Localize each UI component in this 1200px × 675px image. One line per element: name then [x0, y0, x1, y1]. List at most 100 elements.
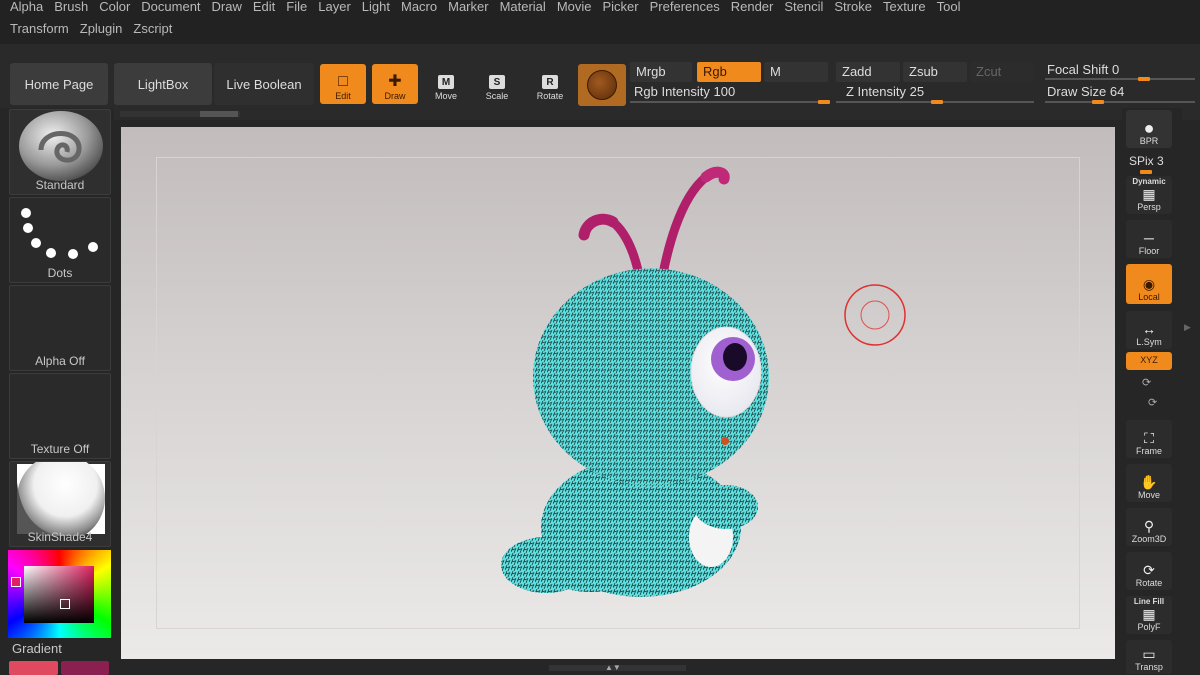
fuzzy-creature-model[interactable] [121, 127, 1115, 659]
move-view-label: Move [1137, 490, 1160, 500]
menu-light[interactable]: Light [357, 0, 396, 17]
menu-stencil[interactable]: Stencil [779, 0, 829, 17]
rgb-intensity-label: Rgb Intensity [634, 84, 710, 99]
menu-marker[interactable]: Marker [443, 0, 494, 17]
menu-picker[interactable]: Picker [598, 0, 645, 17]
spix-knob[interactable] [1140, 170, 1152, 174]
edit-label: Edit [335, 91, 351, 101]
material-selector[interactable]: SkinShade4 [9, 461, 111, 547]
zsub-toggle[interactable]: Zsub [903, 62, 967, 82]
floor-button[interactable]: ─ Floor [1126, 220, 1172, 258]
frame-icon: ⛶ [1144, 430, 1154, 446]
menu-material[interactable]: Material [495, 0, 552, 17]
menu-zscript[interactable]: Zscript [128, 19, 178, 39]
menu-edit[interactable]: Edit [248, 0, 281, 17]
menu-zplugin[interactable]: Zplugin [75, 19, 129, 39]
lsym-button[interactable]: ↔ L.Sym [1126, 311, 1172, 349]
brush-cursor-inner [860, 300, 890, 330]
menu-color[interactable]: Color [94, 0, 136, 17]
texture-selector[interactable]: Texture Off [9, 373, 111, 459]
z-intensity-label: Z Intensity [846, 84, 906, 99]
brush-selector[interactable]: Standard [9, 109, 111, 195]
rgb-intensity-slider[interactable]: Rgb Intensity 100 [634, 84, 735, 99]
m-toggle[interactable]: M [764, 62, 828, 82]
hue-cursor[interactable] [11, 577, 21, 587]
antenna-left-tip [578, 213, 619, 241]
rotate-view-button[interactable]: ⟳ Rotate [1126, 552, 1172, 590]
menu-texture[interactable]: Texture [878, 0, 932, 17]
scale-button[interactable]: S Scale [474, 64, 520, 104]
main-color-swatch[interactable] [9, 661, 58, 675]
alpha-selector[interactable]: Alpha Off [9, 285, 111, 371]
move-key-icon: M [438, 75, 454, 89]
menu-document[interactable]: Document [136, 0, 206, 17]
local-button[interactable]: ◉ Local [1126, 264, 1172, 304]
texture-label: Texture Off [30, 442, 90, 456]
menu-stroke[interactable]: Stroke [829, 0, 878, 17]
color-picker-square[interactable] [24, 566, 94, 623]
draw-size-value: 64 [1109, 84, 1125, 99]
menu-preferences[interactable]: Preferences [645, 0, 726, 17]
edit-button[interactable]: □ Edit [320, 64, 366, 104]
menu-render[interactable]: Render [726, 0, 780, 17]
rgb-intensity-knob[interactable] [818, 100, 830, 104]
collapse-tray-icon[interactable]: ▶ [1184, 322, 1191, 333]
draw-size-track [1045, 101, 1195, 103]
live-boolean-button[interactable]: Live Boolean [214, 63, 314, 105]
home-page-button[interactable]: Home Page [10, 63, 108, 105]
spix-slider[interactable]: SPix 3 [1129, 154, 1164, 168]
draw-size-label: Draw Size [1047, 84, 1107, 99]
document-canvas[interactable] [121, 127, 1115, 659]
rotate-y-icon[interactable]: ⟳ [1142, 376, 1151, 389]
menu-alpha[interactable]: Alpha [0, 0, 49, 17]
draw-size-slider[interactable]: Draw Size 64 [1047, 84, 1124, 99]
menu-movie[interactable]: Movie [552, 0, 598, 17]
mrgb-toggle[interactable]: Mrgb [630, 62, 692, 82]
material-button[interactable] [578, 64, 626, 106]
tray-arrows-icon: ▲▼ [605, 663, 621, 672]
color-picker[interactable] [8, 550, 111, 638]
frame-label: Frame [1135, 446, 1162, 456]
z-intensity-slider[interactable]: Z Intensity 25 [846, 84, 924, 99]
focal-shift-slider[interactable]: Focal Shift 0 [1047, 62, 1119, 77]
tray-tab-handle[interactable] [200, 111, 238, 117]
bpr-button[interactable]: ● BPR [1126, 110, 1172, 148]
move-view-button[interactable]: ✋ Move [1126, 464, 1172, 502]
zoom3d-button[interactable]: ⚲ Zoom3D [1126, 508, 1172, 546]
move-button[interactable]: M Move [423, 64, 469, 104]
polyf-button[interactable]: Line Fill ▦ PolyF [1126, 596, 1172, 634]
local-label: Local [1138, 292, 1160, 302]
menu-transform[interactable]: Transform [0, 19, 75, 39]
rotate-view-icon: ⟳ [1143, 562, 1155, 578]
lightbox-button[interactable]: LightBox [114, 63, 212, 105]
draw-size-knob[interactable] [1092, 100, 1104, 104]
secondary-color-swatch[interactable] [61, 661, 109, 675]
focal-shift-knob[interactable] [1138, 77, 1150, 81]
transp-button[interactable]: ▭ Transp [1126, 640, 1172, 674]
tray-tab-strip[interactable] [120, 111, 240, 117]
rgb-toggle[interactable]: Rgb [697, 62, 761, 82]
zadd-toggle[interactable]: Zadd [836, 62, 900, 82]
menu-tool[interactable]: Tool [932, 0, 967, 17]
z-intensity-knob[interactable] [931, 100, 943, 104]
gradient-label: Gradient [12, 641, 62, 656]
draw-icon: ✚ [388, 73, 402, 90]
menu-brush[interactable]: Brush [49, 0, 94, 17]
rotate-z-icon[interactable]: ⟳ [1148, 396, 1157, 409]
menu-file[interactable]: File [281, 0, 313, 17]
rotate-button[interactable]: R Rotate [527, 64, 573, 104]
frame-button[interactable]: ⛶ Frame [1126, 420, 1172, 458]
menu-draw[interactable]: Draw [207, 0, 248, 17]
right-shelf: ● BPR SPix 3 Dynamic ▦ Persp ─ Floor ◉ L… [1122, 108, 1182, 675]
bottom-tray-handle[interactable]: ▲▼ [549, 663, 686, 672]
color-picker-cursor[interactable] [60, 599, 70, 609]
lsym-label: L.Sym [1136, 337, 1162, 347]
xyz-button[interactable]: XYZ [1126, 352, 1172, 370]
zcut-toggle[interactable]: Zcut [970, 62, 1034, 82]
menu-layer[interactable]: Layer [313, 0, 357, 17]
stroke-selector[interactable]: Dots [9, 197, 111, 283]
focal-shift-label: Focal Shift [1047, 62, 1109, 77]
menu-macro[interactable]: Macro [396, 0, 443, 17]
persp-button[interactable]: Dynamic ▦ Persp [1126, 176, 1172, 214]
draw-button[interactable]: ✚ Draw [372, 64, 418, 104]
